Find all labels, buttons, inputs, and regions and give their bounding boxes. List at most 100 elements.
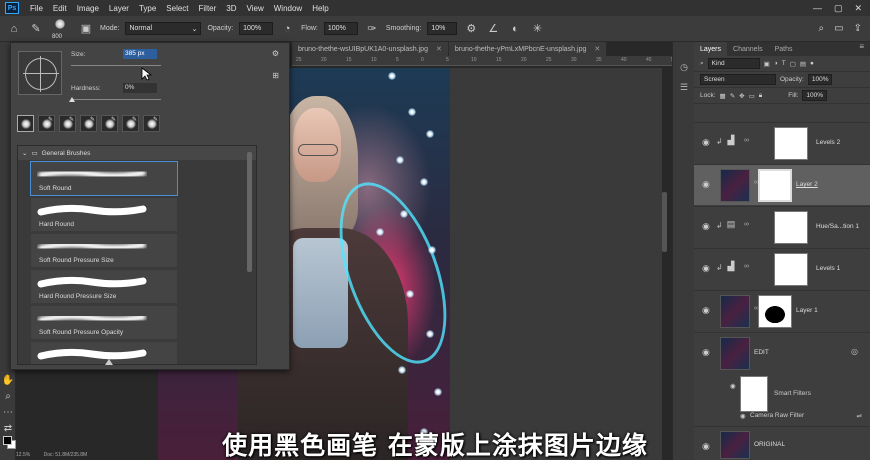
blend-mode-select[interactable]: Screen <box>700 74 776 85</box>
layer-name[interactable]: Levels 2 <box>816 139 840 146</box>
share-icon[interactable]: ⇪ <box>854 23 862 34</box>
menu-filter[interactable]: Filter <box>194 4 222 13</box>
hardness-slider-handle[interactable] <box>69 97 75 102</box>
brush-preset-picker[interactable]: 800 <box>50 18 72 40</box>
brush-list-scrollbar[interactable] <box>247 152 252 272</box>
size-slider[interactable] <box>71 65 161 66</box>
link-chain-icon[interactable]: ∞ <box>744 221 749 228</box>
brush-preset-hard-round-pressure-size[interactable]: Hard Round Pressure Size <box>30 269 178 304</box>
smart-filters-row[interactable]: ◉ Smart Filters <box>694 376 870 412</box>
brush-group-header[interactable]: ⌄ ▭ General Brushes <box>18 146 256 160</box>
smoothing-options-icon[interactable]: ⚙ <box>463 21 479 37</box>
minimize-icon[interactable]: — <box>813 3 822 14</box>
filter-toggle-icon[interactable]: ● <box>810 60 814 67</box>
pressure-size-icon[interactable]: ◐ <box>507 21 523 37</box>
tab-document-1[interactable]: bruno-thethe-wsUIBpUK1A0-unsplash.jpg ✕ <box>292 42 449 56</box>
home-icon[interactable]: ⌂ <box>6 21 22 37</box>
filter-options-icon[interactable]: ⇌ <box>857 412 862 420</box>
brush-settings-icon[interactable]: ▣ <box>78 21 94 37</box>
panel-menu-icon[interactable]: ≡ <box>859 42 870 56</box>
filter-shape-icon[interactable]: ▢ <box>790 60 796 68</box>
history-icon[interactable]: ◷ <box>678 62 690 74</box>
panel-resize-handle[interactable] <box>105 359 113 365</box>
visibility-eye-icon[interactable]: ◉ <box>740 412 746 420</box>
brush-tip-recent[interactable]: ✎ <box>59 115 76 132</box>
fill-field[interactable]: 100% <box>802 90 827 101</box>
brush-preset-soft-round-pressure-size[interactable]: Soft Round Pressure Size <box>30 233 178 268</box>
foreground-color-swatch[interactable] <box>3 436 12 445</box>
tab-paths[interactable]: Paths <box>769 42 799 56</box>
close-icon[interactable]: ✕ <box>854 3 862 14</box>
lock-paint-icon[interactable]: ✎ <box>730 92 735 100</box>
menu-file[interactable]: File <box>25 4 48 13</box>
brush-tip-recent[interactable]: ✎ <box>122 115 139 132</box>
properties-icon[interactable]: ☰ <box>678 82 690 94</box>
brush-tip-recent[interactable]: ✎ <box>101 115 118 132</box>
maximize-icon[interactable]: ▢ <box>834 3 843 14</box>
layer-mask-thumbnail[interactable] <box>758 295 792 328</box>
hardness-field[interactable]: 0% <box>123 83 157 93</box>
filter-adjustment-icon[interactable]: ◑ <box>774 60 778 67</box>
menu-edit[interactable]: Edit <box>48 4 72 13</box>
visibility-eye-icon[interactable]: ◉ <box>702 137 710 148</box>
visibility-eye-icon[interactable]: ◉ <box>702 221 710 232</box>
visibility-eye-icon[interactable]: ◉ <box>702 263 710 274</box>
hand-tool-icon[interactable]: ✋ <box>2 374 14 386</box>
layer-row-levels-1[interactable]: ◉ ↲ ▟ ∞ Levels 1 <box>694 248 870 289</box>
brush-angle-icon[interactable]: ∠ <box>485 21 501 37</box>
camera-raw-filter-row[interactable]: ◉ Camera Raw Filter ⇌ <box>694 410 870 424</box>
layer-row-layer-2[interactable]: ◉ ∞ Layer 2 <box>694 164 870 205</box>
filter-smart-icon[interactable]: ▤ <box>800 60 806 68</box>
link-chain-icon[interactable]: ∞ <box>744 263 749 270</box>
search-icon[interactable]: ⌕ <box>819 23 825 34</box>
filter-pixel-icon[interactable]: ▣ <box>764 60 770 68</box>
layer-mask-thumbnail[interactable] <box>774 127 808 160</box>
lock-all-icon[interactable]: 🔒︎ <box>759 92 762 100</box>
layer-name[interactable]: Layer 1 <box>796 307 818 314</box>
close-tab-icon[interactable]: ✕ <box>594 45 600 53</box>
lock-pixels-icon[interactable]: ▦ <box>720 92 726 100</box>
workspace-icon[interactable]: ▭ <box>834 23 843 34</box>
visibility-eye-icon[interactable]: ◉ <box>702 347 710 358</box>
hardness-slider[interactable] <box>71 99 161 100</box>
menu-3d[interactable]: 3D <box>221 4 241 13</box>
pressure-opacity-icon[interactable]: ◔ <box>279 21 295 37</box>
brush-tip-recent[interactable]: ✎ <box>80 115 97 132</box>
tab-channels[interactable]: Channels <box>727 42 769 56</box>
brush-tool-icon[interactable]: ✎ <box>28 21 44 37</box>
layer-thumbnail[interactable] <box>720 169 750 202</box>
layer-row-hue-saturation-1[interactable]: ◉ ↲ ▤ ∞ Hue/Sa...tion 1 <box>694 206 870 247</box>
lock-move-icon[interactable]: ✥ <box>739 92 744 100</box>
brush-tip-recent[interactable]: ✎ <box>143 115 160 132</box>
flow-field[interactable]: 100% <box>323 22 358 35</box>
layer-name[interactable]: Levels 1 <box>816 265 840 272</box>
brush-preset-more[interactable] <box>30 341 178 364</box>
size-field[interactable]: 385 px <box>123 49 157 59</box>
zoom-tool-icon[interactable]: ⌕ <box>2 390 14 402</box>
menu-select[interactable]: Select <box>161 4 193 13</box>
menu-view[interactable]: View <box>242 4 269 13</box>
opacity-field[interactable]: 100% <box>239 22 274 35</box>
brush-angle-widget[interactable] <box>18 51 62 95</box>
layer-name[interactable]: EDIT <box>754 349 769 356</box>
mode-select[interactable]: Normal ⌄ <box>125 22 202 35</box>
brush-preset-hard-round[interactable]: Hard Round <box>30 197 178 232</box>
layer-row-edit[interactable]: ◉ EDIT ◎ <box>694 332 870 373</box>
airbrush-icon[interactable]: ✑ <box>364 21 380 37</box>
layer-mask-thumbnail[interactable] <box>774 253 808 286</box>
link-chain-icon[interactable]: ∞ <box>744 137 749 144</box>
layer-opacity-field[interactable]: 100% <box>807 74 833 85</box>
menu-type[interactable]: Type <box>134 4 161 13</box>
brush-tip-recent[interactable]: ✎ <box>38 115 55 132</box>
tab-layers[interactable]: Layers <box>694 42 728 56</box>
brush-preset-soft-round[interactable]: Soft Round <box>30 161 178 196</box>
symmetry-icon[interactable]: ✳ <box>529 21 545 37</box>
smoothing-field[interactable]: 10% <box>427 22 458 35</box>
smart-filter-mask-thumbnail[interactable] <box>740 376 768 412</box>
layer-name[interactable]: Layer 2 <box>796 181 818 188</box>
canvas-scrollbar[interactable] <box>662 192 667 252</box>
filter-kind-select[interactable]: Kind <box>707 58 760 69</box>
layer-mask-thumbnail[interactable] <box>774 211 808 244</box>
gear-icon[interactable]: ⚙ <box>272 49 279 58</box>
more-tools-icon[interactable]: ⋯ <box>2 406 14 418</box>
